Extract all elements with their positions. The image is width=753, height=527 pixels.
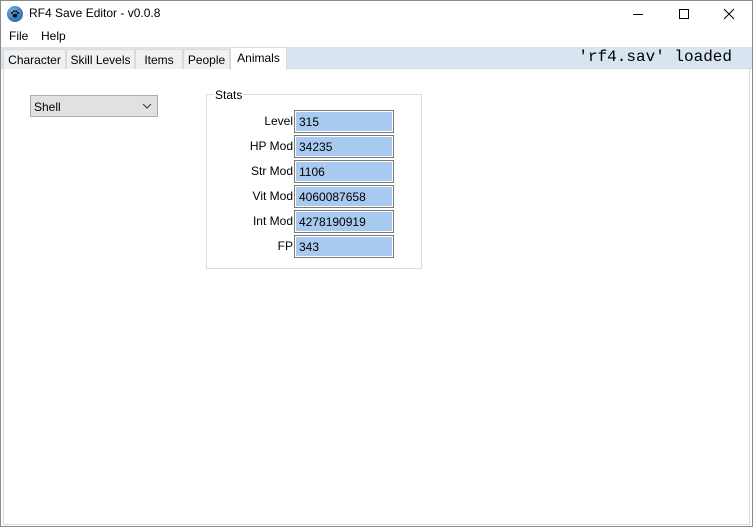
menu-help[interactable]: Help [37, 29, 70, 43]
field-label: Level [264, 114, 293, 128]
tab-strip: Character Skill Levels Items People Anim… [1, 47, 752, 70]
paw-icon [7, 6, 23, 22]
window-title: RF4 Save Editor - v0.0.8 [29, 6, 161, 20]
int-mod-input[interactable] [294, 210, 394, 233]
minimize-button[interactable] [615, 1, 661, 27]
field-label: Vit Mod [252, 189, 293, 203]
menu-file[interactable]: File [5, 29, 32, 43]
field-label: Int Mod [252, 214, 293, 228]
field-label: FP [277, 239, 293, 253]
hp-mod-input[interactable] [294, 135, 394, 158]
field-level: Level [207, 110, 397, 133]
app-window: RF4 Save Editor - v0.0.8 File Help Chara… [0, 0, 753, 527]
field-vit-mod: Vit Mod [207, 185, 397, 208]
str-mod-input[interactable] [294, 160, 394, 183]
animal-select-value: Shell [34, 100, 61, 114]
stats-group-title: Stats [214, 88, 244, 102]
field-fp: FP [207, 235, 397, 258]
tab-animals[interactable]: Animals [230, 47, 287, 70]
status-text: 'rf4.sav' loaded [578, 48, 732, 66]
tab-items[interactable]: Items [135, 49, 183, 69]
field-label: Str Mod [250, 164, 293, 178]
title-bar[interactable]: RF4 Save Editor - v0.0.8 [1, 1, 752, 27]
field-hp-mod: HP Mod [207, 135, 397, 158]
minimize-icon [633, 14, 643, 15]
close-icon [723, 8, 735, 20]
menu-bar: File Help [1, 27, 752, 47]
chevron-down-icon [142, 103, 152, 109]
tab-character[interactable]: Character [3, 49, 66, 69]
level-input[interactable] [294, 110, 394, 133]
tab-skill-levels[interactable]: Skill Levels [66, 49, 135, 69]
maximize-button[interactable] [661, 1, 707, 27]
animal-select[interactable]: Shell [30, 95, 158, 117]
fp-input[interactable] [294, 235, 394, 258]
field-str-mod: Str Mod [207, 160, 397, 183]
field-label: HP Mod [249, 139, 293, 153]
vit-mod-input[interactable] [294, 185, 394, 208]
close-button[interactable] [706, 1, 752, 27]
field-int-mod: Int Mod [207, 210, 397, 233]
tab-people[interactable]: People [183, 49, 230, 69]
maximize-icon [679, 9, 689, 19]
